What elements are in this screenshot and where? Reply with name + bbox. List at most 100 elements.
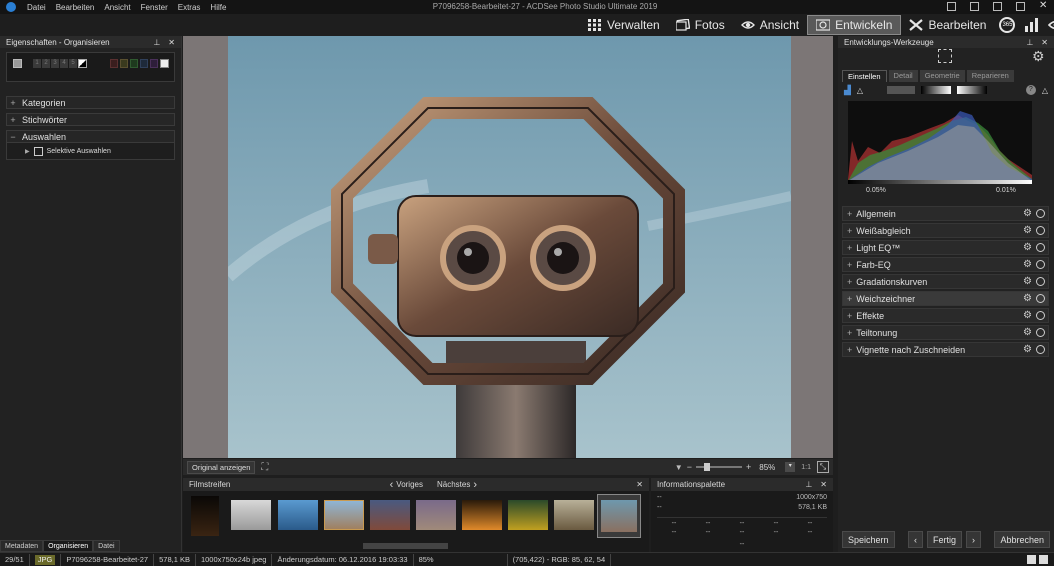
gear-icon[interactable]: ⚙ [1023,242,1032,253]
split-view-icon[interactable] [887,86,916,94]
zoom-out-icon[interactable]: − [687,462,692,472]
tool-panel-9[interactable]: + Vignette nach Zuschneiden ⚙ [842,342,1049,357]
exposure-warning-icon[interactable]: △ [1042,86,1048,95]
right-close-icon[interactable]: ✕ [1041,38,1048,47]
pin-icon[interactable]: ⊥ [153,38,160,47]
right-pin-icon[interactable]: ⊥ [1026,38,1033,47]
layout2-icon[interactable] [970,2,979,11]
menu-fenster[interactable]: Fenster [136,3,173,12]
reset-icon[interactable] [1036,294,1045,303]
reset-icon[interactable] [1036,209,1045,218]
tool-panel-7[interactable]: + Effekte ⚙ [842,308,1049,323]
tool-panel-4[interactable]: + Farb-EQ ⚙ [842,257,1049,272]
label-yellow[interactable] [120,59,128,68]
prev-image-button[interactable]: ‹ [907,530,923,548]
close-icon[interactable]: ✕ [168,38,175,47]
filmstrip-scrollbar[interactable] [363,543,448,549]
section-stichwoerter[interactable]: + Stichwörter [6,113,175,126]
zoom-dropdown-icon[interactable]: ▼ [675,463,683,472]
tab-organisieren[interactable]: Organisieren [43,540,94,552]
close-window-icon[interactable]: ✕ [1039,1,1048,11]
reset-icon[interactable] [1036,345,1045,354]
section-auswahlen[interactable]: − Auswahlen [6,130,175,143]
tool-panel-3[interactable]: + Light EQ™ ⚙ [842,240,1049,255]
mode-verwalten[interactable]: Verwalten [580,15,668,35]
thumb-1[interactable] [191,496,219,536]
tool-panel-6[interactable]: + Weichzeichner ⚙ [842,291,1049,306]
shadow-gradient[interactable] [921,86,952,94]
label-purple[interactable] [150,59,158,68]
selective-selections-item[interactable]: Selektive Auswahlen [47,148,111,155]
layout-icon[interactable] [947,2,956,11]
tool-panel-8[interactable]: + Teiltonung ⚙ [842,325,1049,340]
info-pin-icon[interactable]: ⊥ [805,480,812,489]
tab-reparieren[interactable]: Reparieren [966,70,1014,82]
expand-arrow-icon[interactable]: ▶ [25,148,30,155]
menu-bearbeiten[interactable]: Bearbeiten [51,3,100,12]
actual-size-button[interactable]: 1:1 [801,464,811,471]
statusbar-layout-icon[interactable] [1027,555,1036,564]
thumb-10-selected[interactable] [597,494,641,538]
thumb-2[interactable] [231,500,271,530]
tool-panel-2[interactable]: + Weißabgleich ⚙ [842,223,1049,238]
tab-metadaten[interactable]: Metadaten [0,540,44,552]
gear-icon[interactable]: ⚙ [1023,293,1032,304]
tab-einstellen[interactable]: Einstellen [842,70,887,82]
fullscreen-icon[interactable]: ⛶ [261,462,268,473]
label-blue[interactable] [140,59,148,68]
menu-extras[interactable]: Extras [173,3,206,12]
menu-ansicht[interactable]: Ansicht [99,3,135,12]
info-close-icon[interactable]: ✕ [820,480,827,489]
fit-icon[interactable]: ⤡ [817,461,829,473]
thumb-9[interactable] [554,500,594,530]
tab-geometrie[interactable]: Geometrie [919,70,965,82]
gear-icon[interactable]: ⚙ [1023,259,1032,270]
tool-panel-1[interactable]: + Allgemein ⚙ [842,206,1049,221]
next-arrow-icon[interactable]: › [473,479,477,491]
gear-icon[interactable]: ⚙ [1023,208,1032,219]
rating-2[interactable]: 2 [42,59,50,68]
warning-icon[interactable]: △ [857,86,863,95]
settings-gear-icon[interactable]: ⚙ [1032,48,1045,65]
label-green[interactable] [130,59,138,68]
highlight-gradient[interactable] [957,86,988,94]
cancel-button[interactable]: Abbrechen [994,530,1050,548]
minimize-icon[interactable] [993,2,1002,11]
rating-1[interactable]: 1 [33,59,41,68]
tool-panel-5[interactable]: + Gradationskurven ⚙ [842,274,1049,289]
target-icon[interactable] [938,49,952,63]
show-original-button[interactable]: Original anzeigen [187,460,256,474]
rating-3[interactable]: 3 [51,59,59,68]
thumb-8[interactable] [508,500,548,530]
reset-icon[interactable] [1036,277,1045,286]
rating-5[interactable]: 5 [69,59,77,68]
thumb-3[interactable] [278,500,318,530]
app-icon[interactable] [6,2,16,12]
main-photo[interactable] [228,36,791,458]
thumb-6[interactable] [416,500,456,530]
zoom-slider[interactable] [695,463,742,471]
rating-clear-icon[interactable] [78,59,87,68]
label-none[interactable] [160,59,169,68]
tag-checkbox[interactable] [13,59,22,68]
thumb-5[interactable] [370,500,410,530]
zoom-menu-icon[interactable]: ▾ [785,462,796,472]
gear-icon[interactable]: ⚙ [1023,276,1032,287]
acdsee-365-icon[interactable]: 365 [999,17,1016,33]
menu-datei[interactable]: Datei [22,3,51,12]
reset-icon[interactable] [1036,328,1045,337]
rating-4[interactable]: 4 [60,59,68,68]
thumb-7[interactable] [462,500,502,530]
section-kategorien[interactable]: + Kategorien [6,96,175,109]
statusbar-check-icon[interactable] [1039,555,1048,564]
menu-hilfe[interactable]: Hilfe [205,3,231,12]
prev-button[interactable]: Voriges [396,480,423,489]
zoom-slider-handle[interactable] [703,463,710,471]
save-button[interactable]: Speichern [842,530,895,548]
gear-icon[interactable]: ⚙ [1023,310,1032,321]
eye-share-icon[interactable] [1048,17,1054,33]
next-button[interactable]: Nächstes [437,480,470,489]
reset-icon[interactable] [1036,311,1045,320]
gear-icon[interactable]: ⚙ [1023,344,1032,355]
prev-arrow-icon[interactable]: ‹ [390,479,394,491]
